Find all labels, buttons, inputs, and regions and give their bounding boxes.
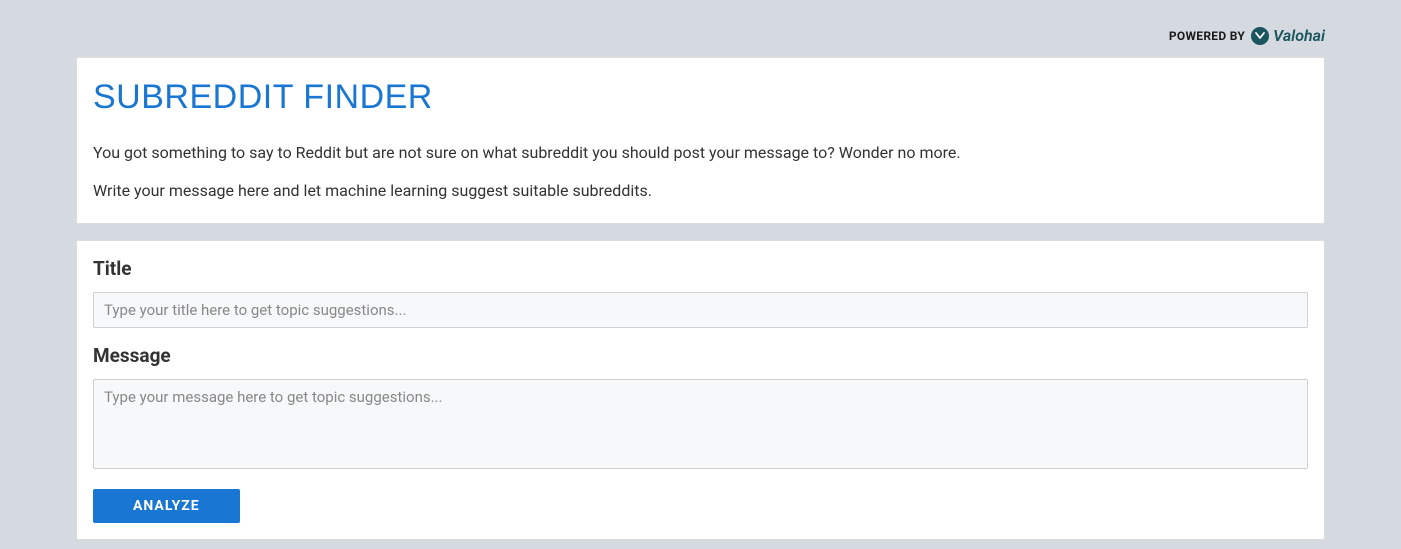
message-input[interactable]: [93, 379, 1308, 469]
analyze-button[interactable]: ANALYZE: [93, 489, 240, 523]
intro-card: SUBREDDIT FINDER You got something to sa…: [76, 57, 1325, 224]
title-input[interactable]: [93, 292, 1308, 328]
powered-by-badge: POWERED BY Valohai: [0, 0, 1401, 57]
form-card: Title Message ANALYZE: [76, 240, 1325, 540]
page-title: SUBREDDIT FINDER: [93, 78, 1308, 117]
valohai-logo-link[interactable]: Valohai: [1251, 26, 1325, 45]
title-field-label: Title: [93, 257, 1308, 280]
message-field-label: Message: [93, 344, 1308, 367]
intro-description-2: Write your message here and let machine …: [93, 179, 1308, 203]
intro-description-1: You got something to say to Reddit but a…: [93, 141, 1308, 165]
valohai-brand-text: Valohai: [1273, 26, 1325, 45]
valohai-icon: [1251, 27, 1269, 45]
powered-by-label: POWERED BY: [1169, 29, 1245, 43]
